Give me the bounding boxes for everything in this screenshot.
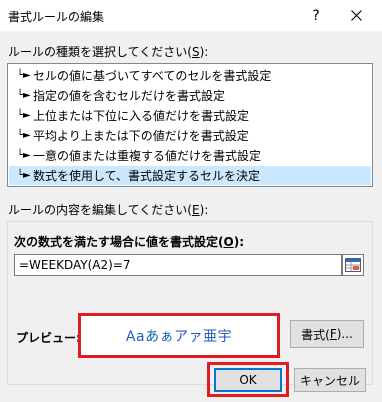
rule-type-label: ルールの種類を選択してください(S): <box>8 45 209 59</box>
rule-type-item-contains[interactable]: └► 指定の値を含むセルだけを書式設定 <box>9 86 371 105</box>
right-arrow-bar-icon: └► <box>17 170 31 181</box>
rule-type-item-cell-value[interactable]: └► セルの値に基づいてすべてのセルを書式設定 <box>9 66 371 85</box>
right-arrow-bar-icon: └► <box>17 150 31 161</box>
help-button[interactable]: ? <box>298 0 334 31</box>
range-collapse-button[interactable] <box>342 254 364 276</box>
right-arrow-bar-icon: └► <box>17 130 31 141</box>
help-icon: ? <box>312 7 320 24</box>
rule-type-list[interactable]: └► セルの値に基づいてすべてのセルを書式設定 └► 指定の値を含むセルだけを書… <box>7 63 373 187</box>
rule-type-item-average[interactable]: └► 平均より上または下の値だけを書式設定 <box>9 126 371 145</box>
preview-label: プレビュー: <box>16 331 81 345</box>
title-bar[interactable]: 書式ルールの編集 ? <box>0 0 382 31</box>
formula-input[interactable]: =WEEKDAY(A2)=7 <box>14 254 342 276</box>
rule-type-item-top-bottom[interactable]: └► 上位または下位に入る値だけを書式設定 <box>9 106 371 125</box>
cancel-button[interactable]: キャンセル <box>294 368 366 392</box>
close-icon <box>350 10 362 21</box>
right-arrow-bar-icon: └► <box>17 110 31 121</box>
rule-content-label: ルールの内容を編集してください(E): <box>8 203 209 217</box>
formula-label: 次の数式を満たす場合に値を書式設定(O): <box>14 235 244 249</box>
range-collapse-icon <box>345 258 361 272</box>
right-arrow-bar-icon: └► <box>17 70 31 81</box>
ok-button[interactable]: OK <box>214 368 282 392</box>
format-rule-dialog: 書式ルールの編集 ? ルールの種類を選択してください(S): └► セルの値に基… <box>0 0 382 402</box>
format-preview: Aaあぁアァ亜宇 <box>78 313 280 358</box>
right-arrow-bar-icon: └► <box>17 90 31 101</box>
format-button[interactable]: 書式(F)... <box>290 320 364 348</box>
rule-type-item-unique-duplicate[interactable]: └► 一意の値または重複する値だけを書式設定 <box>9 146 371 165</box>
rule-type-item-formula[interactable]: └► 数式を使用して、書式設定するセルを決定 <box>9 166 371 185</box>
window-title: 書式ルールの編集 <box>8 10 105 24</box>
close-button[interactable] <box>338 0 374 31</box>
